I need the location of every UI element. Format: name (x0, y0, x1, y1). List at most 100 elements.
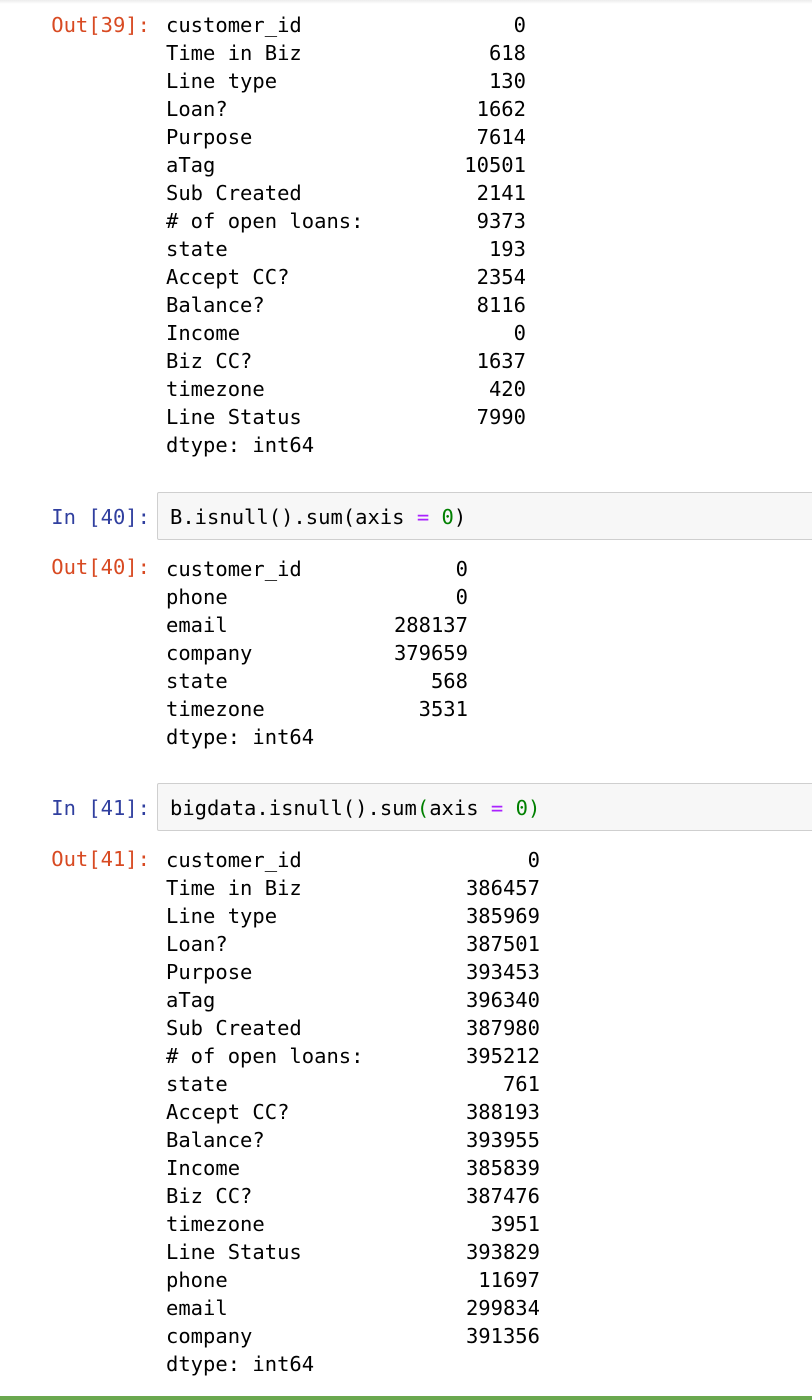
series-row: state 568 (166, 667, 468, 695)
series-null-count: 299834 (465, 1296, 540, 1320)
series-row: customer_id 0 (166, 11, 526, 39)
series-row: customer_id 0 (166, 846, 540, 874)
series-null-count: 2354 (476, 265, 526, 289)
in-prompt-40: In [40]: (51, 505, 150, 529)
output-cell-41: customer_id 0 Time in Biz 386457 Line type 38… (166, 846, 540, 1378)
series-row: Loan? 1662 (166, 95, 526, 123)
series-index-label: timezone (166, 377, 265, 401)
notebook-bottom-edge (0, 1396, 812, 1400)
series-index-label: Accept CC? (166, 265, 290, 289)
series-index-label: Accept CC? (166, 1100, 290, 1124)
series-null-count: 0 (513, 13, 526, 37)
series-index-label: Income (166, 1156, 241, 1180)
series-row: aTag 396340 (166, 986, 540, 1014)
code-line-40[interactable]: B.isnull().sum(axis = 0) (170, 503, 466, 531)
series-null-count: 2141 (476, 181, 526, 205)
series-row: timezone 3951 (166, 1210, 540, 1238)
code-text: bigdata.isnull().sum (170, 796, 417, 820)
series-index-label: email (166, 1296, 228, 1320)
series-null-count: 1637 (476, 349, 526, 373)
series-index-label: Line Status (166, 1240, 302, 1264)
series-null-count: 7990 (476, 405, 526, 429)
series-row: Accept CC? 2354 (166, 263, 526, 291)
series-index-label: company (166, 1324, 253, 1348)
series-index-label: phone (166, 585, 228, 609)
code-open-paren: ( (416, 796, 430, 820)
series-index-label: Sub Created (166, 1016, 302, 1040)
code-line-41[interactable]: bigdata.isnull().sum(axis = 0) (170, 794, 540, 822)
out-prompt-41: Out[41]: (51, 847, 150, 871)
series-row: timezone 3531 (166, 695, 468, 723)
series-index-label: # of open loans: (166, 1044, 364, 1068)
series-index-label: timezone (166, 1212, 265, 1236)
series-null-count: 0 (455, 585, 468, 609)
notebook-top-edge (0, 0, 812, 4)
series-index-label: Purpose (166, 125, 253, 149)
series-index-label: state (166, 1072, 228, 1096)
series-null-count: 379659 (393, 641, 468, 665)
series-null-count: 393955 (465, 1128, 540, 1152)
series-row: phone 0 (166, 583, 468, 611)
code-operator: = (490, 796, 504, 820)
series-null-count: 386457 (465, 876, 540, 900)
series-index-label: phone (166, 1268, 228, 1292)
series-row: Accept CC? 388193 (166, 1098, 540, 1126)
series-null-count: 1662 (476, 97, 526, 121)
series-index-label: aTag (166, 988, 216, 1012)
series-row: Line Status 7990 (166, 403, 526, 431)
series-null-count: 7614 (476, 125, 526, 149)
series-row: phone 11697 (166, 1266, 540, 1294)
series-index-label: Purpose (166, 960, 253, 984)
out-prompt-39: Out[39]: (51, 13, 150, 37)
code-number: 0 (441, 505, 454, 529)
series-null-count: 11697 (478, 1268, 540, 1292)
code-number: 0 (515, 796, 528, 820)
series-index-label: Biz CC? (166, 1184, 253, 1208)
series-index-label: Loan? (166, 97, 228, 121)
series-index-label: state (166, 669, 228, 693)
series-null-count: 385969 (465, 904, 540, 928)
series-index-label: aTag (166, 153, 216, 177)
series-null-count: 387501 (465, 932, 540, 956)
code-operator: = (416, 505, 430, 529)
series-index-label: Sub Created (166, 181, 302, 205)
series-null-count: 568 (430, 669, 468, 693)
series-null-count: 3531 (418, 697, 468, 721)
series-row: Balance? 393955 (166, 1126, 540, 1154)
code-cell-40[interactable]: B.isnull().sum(axis = 0) (157, 492, 812, 540)
series-null-count: 387980 (465, 1016, 540, 1040)
series-row: Sub Created 2141 (166, 179, 526, 207)
series-row: aTag 10501 (166, 151, 526, 179)
series-row: Loan? 387501 (166, 930, 540, 958)
series-index-label: customer_id (166, 848, 302, 872)
series-null-count: 288137 (393, 613, 468, 637)
series-index-label: # of open loans: (166, 209, 364, 233)
series-null-count: 3951 (490, 1212, 540, 1236)
series-row: Purpose 7614 (166, 123, 526, 151)
series-row: company 391356 (166, 1322, 540, 1350)
output-cell-39: customer_id 0 Time in Biz 618 Line type 130 Lo… (166, 11, 526, 459)
series-index-label: Income (166, 321, 241, 345)
series-index-label: customer_id (166, 13, 302, 37)
series-null-count: 391356 (465, 1324, 540, 1348)
out-prompt-40: Out[40]: (51, 555, 150, 579)
series-null-count: 420 (488, 377, 526, 401)
code-close-paren: ) (453, 505, 467, 529)
series-row: Line type 385969 (166, 902, 540, 930)
series-index-label: email (166, 613, 228, 637)
series-null-count: 387476 (465, 1184, 540, 1208)
series-row: Purpose 393453 (166, 958, 540, 986)
series-row: # of open loans: 9373 (166, 207, 526, 235)
output-cell-40: customer_id 0 phone 0 email 288137 company 3796… (166, 555, 468, 751)
series-row: company 379659 (166, 639, 468, 667)
series-null-count: 0 (455, 557, 468, 581)
dtype-footer: dtype: int64 (166, 1352, 315, 1376)
code-cell-41[interactable]: bigdata.isnull().sum(axis = 0) (157, 783, 812, 831)
series-row: state 193 (166, 235, 526, 263)
series-row: Sub Created 387980 (166, 1014, 540, 1042)
series-null-count: 9373 (476, 209, 526, 233)
series-row: Line Status 393829 (166, 1238, 540, 1266)
code-arg: axis (429, 796, 491, 820)
series-null-count: 393453 (465, 960, 540, 984)
